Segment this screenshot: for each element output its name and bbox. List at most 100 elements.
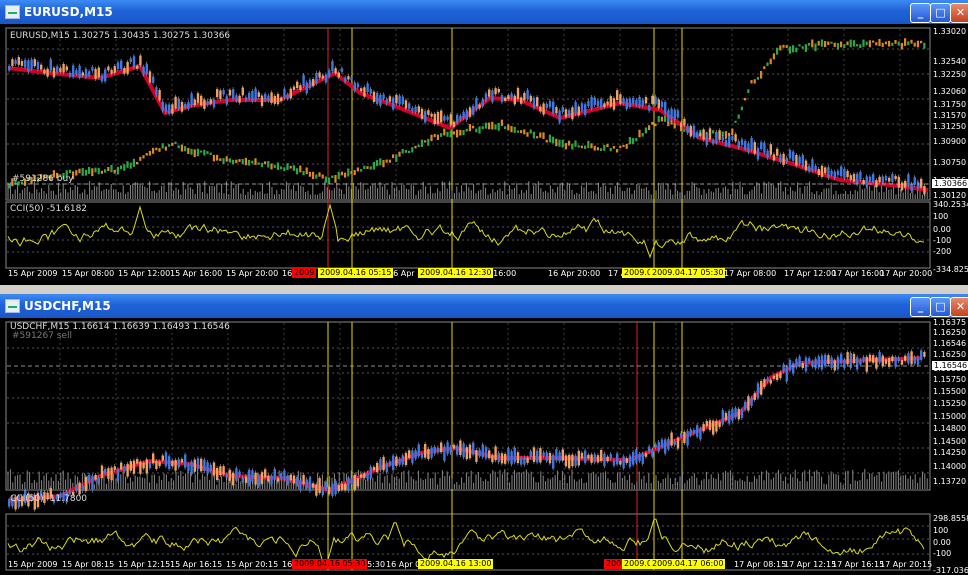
candle-body xyxy=(664,101,667,114)
candle-body xyxy=(680,433,683,437)
candle-body xyxy=(904,355,907,361)
candle-body xyxy=(638,454,641,462)
candle-body xyxy=(731,409,734,421)
secondary-candle xyxy=(542,132,545,140)
candle-body xyxy=(795,154,798,166)
candle-body xyxy=(673,109,676,120)
eurusd-price-chart[interactable] xyxy=(0,24,968,285)
minimize-button[interactable]: _ xyxy=(910,297,931,317)
candle-body xyxy=(334,68,337,74)
cci-axis-label: 0.00 xyxy=(933,225,951,234)
candle-body xyxy=(459,115,462,120)
candle-body xyxy=(881,176,884,183)
candle-body xyxy=(596,100,600,107)
candle-body xyxy=(545,103,548,109)
usdchf-cci-header: CCI(50) -11.7800 xyxy=(10,494,88,504)
candle-body xyxy=(798,356,801,366)
candle-body xyxy=(449,114,452,126)
secondary-candle xyxy=(811,39,814,48)
candle-body xyxy=(532,97,536,109)
candle-body xyxy=(270,475,273,485)
secondary-candle xyxy=(222,158,225,164)
candle-body xyxy=(452,444,456,449)
secondary-candle xyxy=(276,162,279,170)
candle-body xyxy=(427,448,430,460)
candle-body xyxy=(123,465,126,472)
maximize-button[interactable]: □ xyxy=(930,297,951,317)
maximize-button[interactable]: □ xyxy=(930,3,951,23)
candle-body xyxy=(497,452,500,463)
close-button[interactable]: ✕ xyxy=(950,297,968,317)
candle-body xyxy=(446,442,449,454)
secondary-candle xyxy=(907,41,910,46)
eurusd-titlebar[interactable]: EURUSD,M15 _ □ ✕ xyxy=(0,0,968,24)
candle-body xyxy=(689,125,692,137)
secondary-candle xyxy=(465,128,468,132)
candle-body xyxy=(113,466,116,470)
candle-body xyxy=(801,154,804,167)
candle-body xyxy=(542,452,545,457)
minimize-button[interactable]: _ xyxy=(910,3,931,23)
secondary-candle xyxy=(830,41,833,44)
candle-body xyxy=(846,352,849,365)
candle-body xyxy=(750,137,753,150)
time-axis-label: 17 Apr 20:15 xyxy=(880,560,933,569)
candle-body xyxy=(366,473,369,479)
secondary-candle xyxy=(488,122,491,130)
candle-body xyxy=(609,454,612,459)
candle-body xyxy=(555,449,558,461)
candle-body xyxy=(84,68,88,78)
candle-body xyxy=(177,98,180,109)
secondary-candle xyxy=(187,147,190,154)
candle-body xyxy=(779,372,782,379)
candle-body xyxy=(33,59,36,67)
candle-body xyxy=(507,95,510,100)
secondary-candle xyxy=(859,44,862,49)
cci-axis-label: -100 xyxy=(933,549,952,558)
candle-body xyxy=(478,104,481,109)
candle-body xyxy=(494,88,497,95)
secondary-candle xyxy=(164,146,167,151)
candle-body xyxy=(398,95,401,105)
usdchf-order-label: #591267 sell xyxy=(12,331,72,341)
secondary-candle xyxy=(433,134,436,138)
secondary-candle xyxy=(628,136,631,145)
candle-body xyxy=(347,477,350,491)
time-axis-label: 15 Apr 20:00 xyxy=(226,269,279,278)
candle-body xyxy=(123,67,126,74)
candle-body xyxy=(200,95,203,106)
secondary-candle xyxy=(257,162,260,165)
candle-body xyxy=(11,59,14,66)
usdchf-titlebar[interactable]: USDCHF,M15 _ □ ✕ xyxy=(0,294,968,318)
candle-body xyxy=(315,484,318,496)
candle-body xyxy=(107,66,110,71)
candle-body xyxy=(276,93,280,105)
candle-body xyxy=(161,101,164,111)
secondary-candle xyxy=(196,148,199,157)
secondary-candle xyxy=(875,42,878,46)
secondary-candle xyxy=(657,115,660,123)
close-button[interactable]: ✕ xyxy=(950,3,968,23)
candle-body xyxy=(350,478,353,485)
candle-body xyxy=(388,461,392,466)
secondary-candle xyxy=(334,174,337,183)
candle-body xyxy=(452,121,456,128)
candle-body xyxy=(356,83,360,88)
candle-body xyxy=(68,72,72,77)
usdchf-price-chart[interactable] xyxy=(0,318,968,575)
candle-body xyxy=(366,83,369,93)
candle-body xyxy=(628,98,632,108)
secondary-candle xyxy=(632,138,635,145)
secondary-candle xyxy=(753,79,756,84)
candle-body xyxy=(222,90,225,95)
candle-body xyxy=(718,130,721,140)
candle-body xyxy=(593,97,596,106)
candle-body xyxy=(139,461,142,474)
candle-body xyxy=(907,174,910,186)
price-axis-label: 1.31570 xyxy=(933,111,967,120)
candle-body xyxy=(97,477,100,484)
candle-body xyxy=(756,383,760,399)
candle-body xyxy=(683,118,686,126)
candle-body xyxy=(564,455,568,467)
candle-body xyxy=(254,88,257,101)
